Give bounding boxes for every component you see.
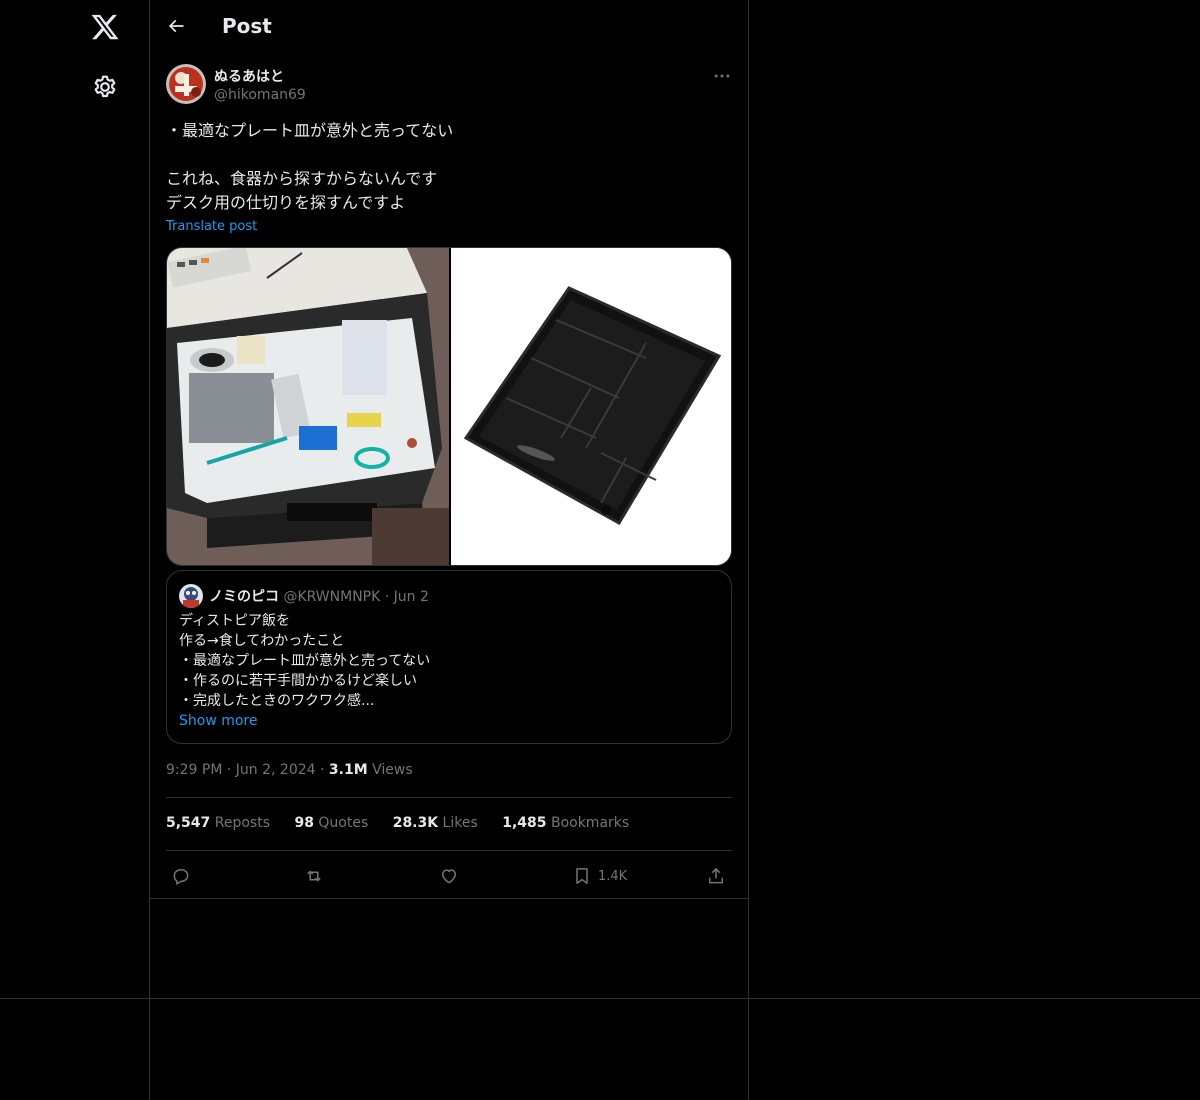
dot-separator: ·: [320, 762, 329, 778]
divider: [166, 850, 732, 851]
reposts-stat[interactable]: 5,547 Reposts: [166, 815, 270, 831]
bookmark-button[interactable]: 1.4K: [572, 864, 627, 888]
quotes-count: 98: [294, 815, 314, 831]
left-nav: [0, 0, 150, 1100]
quoted-post[interactable]: ノミのピコ @KRWNMNPK · Jun 2 ディストピア飯を 作る→食してわ…: [166, 570, 732, 744]
post-date[interactable]: Jun 2, 2024: [236, 762, 316, 778]
quoted-author-name[interactable]: ノミのピコ: [209, 589, 279, 605]
share-icon: [709, 868, 723, 884]
quotes-stat[interactable]: 98 Quotes: [294, 815, 368, 831]
dot-separator: ·: [226, 762, 236, 778]
more-options-icon[interactable]: [712, 66, 732, 86]
page-title: Post: [222, 14, 272, 38]
x-logo-icon[interactable]: [90, 12, 120, 42]
show-more-link[interactable]: Show more: [179, 711, 719, 731]
post-stats: 5,547 Reposts 98 Quotes 28.3K Likes 1,48…: [166, 815, 649, 831]
main-column: Post ぬるあはと @hikoman69 ・最適なプレート皿が意外と売ってない…: [150, 0, 748, 1100]
quotes-label: Quotes: [318, 815, 369, 831]
post-media[interactable]: [166, 247, 732, 566]
divider: [150, 898, 748, 899]
action-bar: 1.4K: [166, 862, 732, 890]
views-count: 3.1M: [328, 762, 368, 778]
like-button[interactable]: [439, 864, 459, 888]
quoted-text-line: ・完成したときのワクワク感...: [179, 693, 375, 709]
reply-icon: [173, 869, 189, 885]
post-time[interactable]: 9:29 PM: [166, 762, 222, 778]
post-text-line: ・最適なプレート皿が意外と売ってない: [166, 121, 454, 140]
post-text-line: これね、食器から探すからないんです: [166, 169, 438, 188]
bookmarks-count: 1,485: [502, 815, 547, 831]
bookmark-icon: [576, 868, 588, 884]
quoted-text-line: ディストピア飯を: [179, 613, 291, 629]
likes-count: 28.3K: [392, 815, 439, 831]
reply-button[interactable]: [171, 864, 191, 888]
repost-button[interactable]: [304, 864, 324, 888]
heart-icon: [442, 869, 456, 884]
post-text-gap: [166, 143, 732, 167]
bookmarks-stat[interactable]: 1,485 Bookmarks: [502, 815, 629, 831]
post-text: ・最適なプレート皿が意外と売ってない これね、食器から探すからないんです デスク…: [166, 119, 732, 215]
bookmarks-label: Bookmarks: [550, 815, 630, 831]
likes-label: Likes: [442, 815, 478, 831]
reposts-count: 5,547: [166, 815, 211, 831]
author-handle[interactable]: @hikoman69: [214, 87, 306, 103]
quoted-text: ディストピア飯を 作る→食してわかったこと ・最適なプレート皿が意外と売ってない…: [179, 611, 719, 731]
reposts-label: Reposts: [214, 815, 270, 831]
back-arrow-icon[interactable]: [166, 16, 186, 36]
quoted-header: ノミのピコ @KRWNMNPK · Jun 2: [209, 586, 429, 606]
quoted-text-line: 作る→食してわかったこと: [179, 633, 345, 649]
divider: [166, 797, 732, 798]
quoted-author-handle[interactable]: @KRWNMNPK: [283, 589, 380, 605]
quoted-date[interactable]: Jun 2: [394, 589, 429, 605]
desk-drawer-photo[interactable]: [167, 248, 449, 566]
quoted-text-line: ・作るのに若干手間かかるけど楽しい: [179, 673, 417, 689]
likes-stat[interactable]: 28.3K Likes: [393, 815, 478, 831]
quoted-dot-separator: ·: [384, 589, 394, 605]
gear-icon[interactable]: [92, 74, 118, 100]
share-button[interactable]: [706, 864, 726, 888]
quoted-avatar[interactable]: [179, 584, 203, 608]
author-name[interactable]: ぬるあはと: [214, 66, 284, 86]
translate-post-link[interactable]: Translate post: [166, 219, 257, 234]
page-header: Post: [150, 0, 748, 54]
black-tray-photo[interactable]: [451, 248, 732, 566]
bookmark-count: 1.4K: [598, 868, 628, 884]
quoted-text-line: ・最適なプレート皿が意外と売ってない: [179, 653, 431, 669]
post-timestamp: 9:29 PM · Jun 2, 2024 · 3.1M Views: [166, 762, 413, 778]
post-author[interactable]: ぬるあはと @hikoman69: [166, 64, 732, 108]
avatar[interactable]: [166, 64, 206, 104]
divider-right: [748, 0, 749, 1100]
views-label: Views: [372, 762, 413, 778]
post-text-line: デスク用の仕切りを探すんですよ: [166, 193, 406, 212]
repost-icon: [307, 870, 321, 882]
